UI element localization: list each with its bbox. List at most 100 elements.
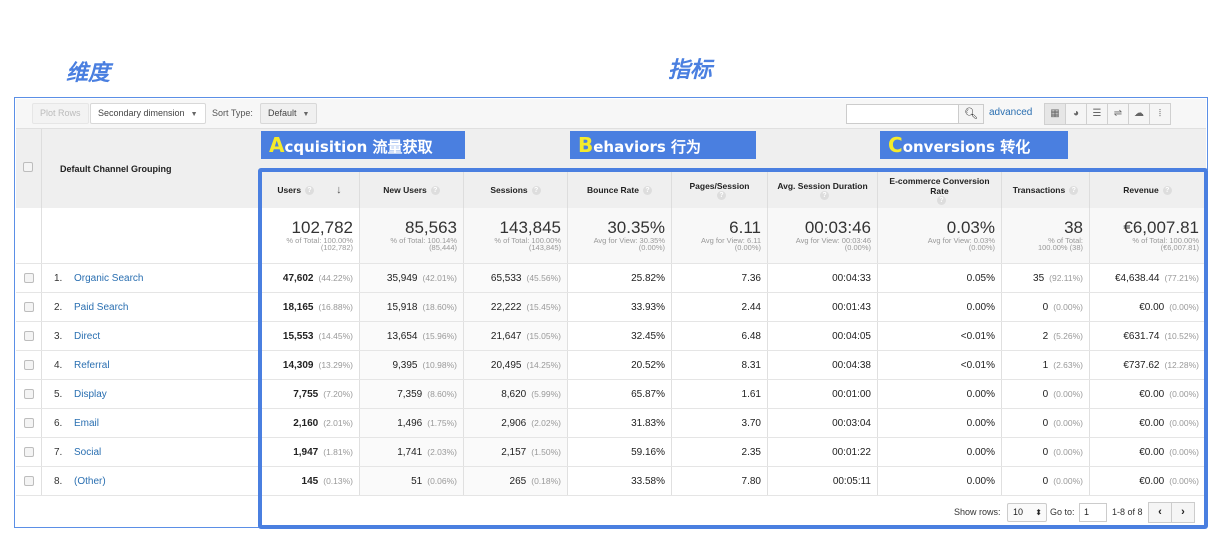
cell-value: 47,602	[282, 272, 314, 284]
channel-link[interactable]: Direct	[74, 331, 100, 342]
channel-link[interactable]: Email	[74, 418, 99, 429]
prev-page-button[interactable]: ‹	[1148, 502, 1172, 523]
totals-row: 102,782% of Total: 100.00% (102,782) 85,56…	[16, 208, 1206, 264]
search-icon: 🔍︎	[964, 108, 978, 120]
total-pages-per-session: 6.11 Avg for View: 6.11 (0.00%)	[672, 208, 768, 263]
column-header-ecommerce-conversion-rate[interactable]: E-commerce Conversion Rate?	[878, 172, 1002, 208]
table-view-icon[interactable]: ▦	[1044, 103, 1066, 125]
cell-pages-per-session: 6.48	[672, 322, 768, 350]
row-checkbox[interactable]	[23, 360, 34, 370]
table-footer: Show rows: 10 ⬍ Go to: 1 1-8 of 8 ‹ ›	[16, 497, 1206, 527]
cell-value: 7,359	[397, 388, 423, 400]
cell-percentage: (15.05%)	[526, 331, 562, 341]
cell-value: €737.62	[1123, 359, 1160, 371]
cell-ecommerce-conversion-rate: 0.00%	[878, 293, 1002, 321]
row-checkbox[interactable]	[23, 302, 34, 312]
channel-link[interactable]: Social	[74, 447, 101, 458]
cell-transactions: 0 (0.00%)	[1002, 380, 1090, 408]
cell-percentage: (0.00%)	[1169, 418, 1199, 428]
channel-link[interactable]: Paid Search	[74, 302, 128, 313]
cell-value: 0	[1042, 388, 1049, 400]
caret-down-icon: ▼	[190, 111, 198, 118]
help-icon[interactable]: ?	[642, 185, 652, 195]
column-header-users[interactable]: Users? ↓	[260, 172, 360, 208]
cell-value: 0	[1042, 417, 1049, 429]
cell-value: 35,949	[386, 272, 418, 284]
row-number: 6.	[54, 417, 63, 429]
help-icon[interactable]: ?	[820, 190, 829, 200]
select-all-checkbox[interactable]	[23, 162, 33, 172]
cell-percentage: (14.25%)	[526, 360, 562, 370]
performance-view-icon[interactable]: ☰	[1086, 103, 1108, 125]
row-checkbox[interactable]	[23, 273, 34, 283]
row-checkbox[interactable]	[23, 476, 34, 486]
total-value: €6,007.81	[1123, 217, 1199, 237]
conversions-group-banner: Conversions 转化	[880, 131, 1068, 159]
cell-percentage: (8.60%)	[427, 389, 457, 399]
cell-value: €0.00	[1139, 417, 1165, 429]
cell-value: €0.00	[1139, 301, 1165, 313]
view-switcher: ▦ ◕ ☰ ⇌ ☁ ⦙	[1044, 103, 1171, 125]
help-icon[interactable]: ?	[531, 185, 541, 195]
cell-percentage: (77.21%)	[1164, 273, 1200, 283]
row-checkbox[interactable]	[23, 447, 34, 457]
column-header-pages-per-session[interactable]: Pages/Session?	[672, 172, 768, 208]
help-icon[interactable]: ?	[430, 185, 440, 195]
pivot-view-icon[interactable]: ⦙	[1149, 103, 1171, 125]
cell-pages-per-session: 1.61	[672, 380, 768, 408]
term-cloud-icon[interactable]: ☁	[1128, 103, 1150, 125]
comparison-view-icon[interactable]: ⇌	[1107, 103, 1129, 125]
pie-view-icon[interactable]: ◕	[1065, 103, 1087, 125]
column-header-transactions[interactable]: Transactions?	[1002, 172, 1090, 208]
cell-ecommerce-conversion-rate: <0.01%	[878, 322, 1002, 350]
row-number: 7.	[54, 446, 63, 458]
help-icon[interactable]: ?	[937, 195, 946, 205]
cell-bounce-rate: 20.52%	[568, 351, 672, 379]
total-value: 30.35%	[607, 217, 665, 237]
advanced-filter-link[interactable]: advanced	[989, 107, 1032, 118]
row-checkbox[interactable]	[23, 331, 34, 341]
secondary-dimension-dropdown[interactable]: Secondary dimension ▼	[90, 103, 206, 124]
column-header-sessions[interactable]: Sessions?	[464, 172, 568, 208]
goto-page-input[interactable]: 1	[1079, 503, 1107, 522]
cell-value: 33.58%	[631, 475, 665, 487]
dimension-column-header[interactable]: Default Channel Grouping	[60, 164, 172, 174]
sort-descending-icon[interactable]: ↓	[336, 184, 342, 196]
row-checkbox[interactable]	[23, 389, 34, 399]
row-checkbox[interactable]	[23, 418, 34, 428]
column-header-label: Revenue	[1123, 185, 1159, 195]
next-page-button[interactable]: ›	[1171, 502, 1195, 523]
sort-type-dropdown[interactable]: Default ▼	[260, 103, 318, 124]
cell-value: 8,620	[501, 388, 527, 400]
column-header-revenue[interactable]: Revenue?	[1090, 172, 1206, 208]
cell-new-users: 13,654 (15.96%)	[360, 322, 464, 350]
search-button[interactable]: 🔍︎	[958, 104, 984, 124]
chevron-right-icon: ›	[1181, 506, 1185, 518]
cell-percentage: (5.99%)	[531, 389, 561, 399]
show-rows-select[interactable]: 10 ⬍	[1007, 503, 1047, 522]
channel-link[interactable]: Display	[74, 389, 107, 400]
channel-link[interactable]: Organic Search	[74, 273, 143, 284]
help-icon[interactable]: ?	[717, 190, 726, 200]
page-range: 1-8 of 8	[1112, 507, 1143, 517]
cell-value: 15,918	[386, 301, 418, 313]
column-header-new-users[interactable]: New Users?	[360, 172, 464, 208]
total-subtext: (0.00%)	[638, 243, 665, 253]
cell-value: 32.45%	[631, 330, 665, 342]
channel-link[interactable]: Referral	[74, 360, 110, 371]
cell-value: 59.16%	[631, 446, 665, 458]
cell-value: 00:04:33	[832, 272, 871, 284]
help-icon[interactable]: ?	[1069, 185, 1079, 195]
cell-pages-per-session: 2.35	[672, 438, 768, 466]
column-header-bounce-rate[interactable]: Bounce Rate?	[568, 172, 672, 208]
cell-percentage: (0.06%)	[427, 476, 457, 486]
cell-value: 51	[411, 475, 423, 487]
cell-pages-per-session: 7.36	[672, 264, 768, 292]
cell-percentage: (0.00%)	[1053, 418, 1083, 428]
help-icon[interactable]: ?	[1162, 185, 1172, 195]
plot-rows-button[interactable]: Plot Rows	[32, 103, 89, 124]
channel-link[interactable]: (Other)	[74, 476, 106, 487]
column-header-avg-session-duration[interactable]: Avg. Session Duration?	[768, 172, 878, 208]
help-icon[interactable]: ?	[305, 185, 315, 195]
behaviors-group-banner: Behaviors 行为	[570, 131, 756, 159]
